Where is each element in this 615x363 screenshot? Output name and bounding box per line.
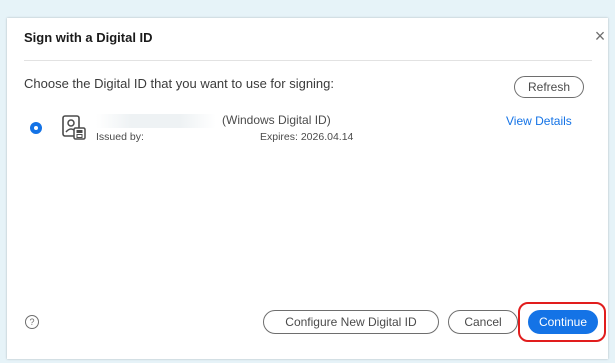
prompt-text: Choose the Digital ID that you want to u…	[24, 76, 335, 91]
digital-id-name-redacted	[96, 114, 216, 128]
expires-date: Expires: 2026.04.14	[260, 131, 354, 143]
view-details-link[interactable]: View Details	[506, 114, 572, 128]
digital-id-row[interactable]: (Windows Digital ID) Issued by: Expires:…	[24, 113, 594, 154]
digital-id-radio[interactable]	[30, 122, 42, 134]
sign-digital-id-dialog: Sign with a Digital ID × Choose the Digi…	[7, 18, 608, 359]
dialog-title: Sign with a Digital ID	[24, 30, 153, 45]
continue-button[interactable]: Continue	[528, 310, 598, 334]
title-divider	[24, 60, 592, 61]
certificate-card-icon	[62, 115, 86, 140]
issued-by-label: Issued by:	[96, 131, 144, 143]
cancel-button[interactable]: Cancel	[448, 310, 518, 334]
digital-id-type: (Windows Digital ID)	[222, 113, 331, 127]
configure-new-digital-id-button[interactable]: Configure New Digital ID	[263, 310, 439, 334]
refresh-button[interactable]: Refresh	[514, 76, 584, 98]
help-icon[interactable]: ?	[25, 315, 39, 329]
close-icon[interactable]: ×	[592, 27, 608, 45]
